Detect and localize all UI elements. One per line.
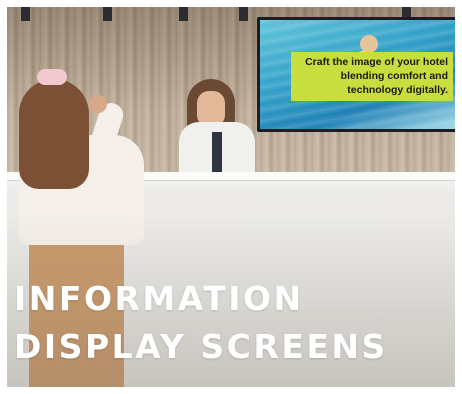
promo-callout: Craft the image of your hotel blending c…	[291, 52, 453, 101]
headline-line: INFORMATION	[14, 279, 304, 318]
headline: INFORMATION DISPLAY SCREENS	[14, 275, 388, 371]
callout-line: Craft the image of your hotel	[305, 56, 448, 68]
headline-line: DISPLAY SCREENS	[14, 327, 388, 366]
callout-line: technology digitally.	[347, 84, 448, 96]
callout-line: blending comfort and	[340, 70, 448, 82]
